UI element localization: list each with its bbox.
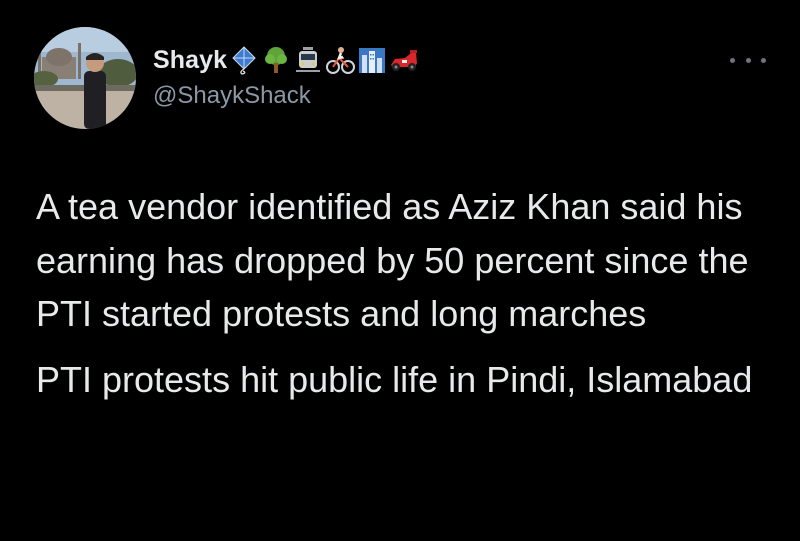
tree-emoji xyxy=(265,47,288,73)
more-horizontal-icon-dot-2 xyxy=(745,57,751,63)
more-horizontal-icon-dot-3 xyxy=(761,57,766,63)
more-options-button[interactable] xyxy=(730,50,766,70)
cityscape-emoji xyxy=(359,48,386,73)
race-car-emoji xyxy=(391,50,418,71)
avatar-photo xyxy=(34,27,136,129)
tweet-paragraph: PTI protests hit public life in Pindi, I… xyxy=(36,358,753,400)
tweet-card: Shayk @ShaykShack A tea vendor identifie… xyxy=(0,0,800,541)
avatar[interactable] xyxy=(34,27,136,129)
tram-emoji xyxy=(296,47,321,72)
author-handle[interactable]: @ShaykShack xyxy=(153,82,311,110)
author-display-name[interactable]: Shayk xyxy=(153,46,227,75)
kite-emoji xyxy=(232,46,256,75)
tweet-body: A tea vendor identified as Aziz Khan sai… xyxy=(36,180,776,406)
more-horizontal-icon xyxy=(730,57,735,63)
author-name-row: Shayk xyxy=(153,40,421,80)
name-emoji-row xyxy=(229,45,421,75)
cyclist-emoji xyxy=(326,47,356,74)
tweet-paragraph: A tea vendor identified as Aziz Khan sai… xyxy=(36,186,749,334)
